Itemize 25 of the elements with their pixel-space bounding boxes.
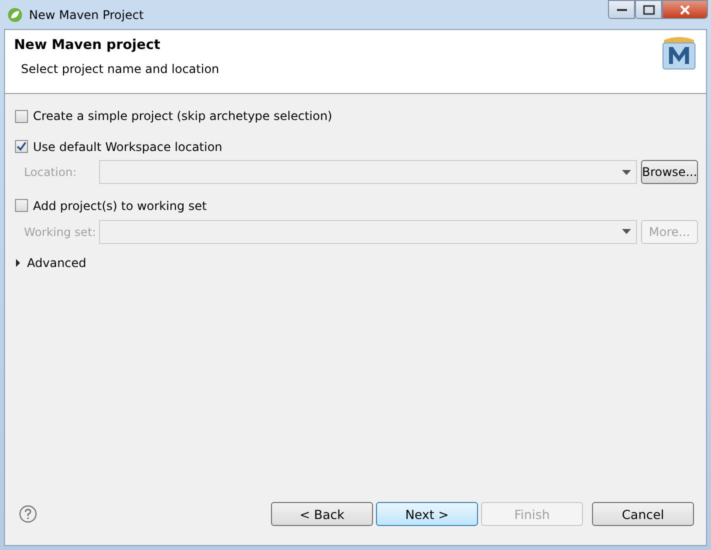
maximize-button[interactable] (635, 0, 662, 19)
help-icon[interactable] (19, 505, 37, 523)
minimize-icon (616, 8, 626, 12)
dropdown-arrow-icon (622, 170, 631, 174)
close-button[interactable] (662, 0, 708, 19)
checkbox-option[interactable]: Add project(s) to working set (15, 196, 207, 214)
field-label: Working set: (24, 224, 98, 238)
advanced-toggle[interactable]: Advanced (15, 256, 86, 270)
close-icon (679, 4, 691, 16)
page-subtitle: Select project name and location (21, 62, 220, 76)
app-icon (7, 6, 23, 22)
dialog-button[interactable]: Cancel (592, 502, 694, 526)
checkbox-option[interactable]: Use default Workspace location (15, 138, 222, 156)
checkmark-icon (16, 141, 27, 152)
field-label: Location: (24, 165, 78, 179)
minimize-button[interactable] (608, 0, 635, 19)
page-title: New Maven project (14, 37, 162, 53)
expand-arrow-icon (15, 259, 21, 267)
maven-logo-icon (660, 34, 698, 70)
dropdown-arrow-icon (622, 229, 631, 234)
checkbox-option[interactable]: Create a simple project (skip archetype selection) (15, 107, 332, 125)
maximize-icon (642, 4, 654, 14)
window-title: New Maven Project (29, 8, 144, 22)
dialog-button[interactable]: < Back (271, 502, 373, 526)
dialog-button[interactable]: Next > (376, 502, 478, 526)
